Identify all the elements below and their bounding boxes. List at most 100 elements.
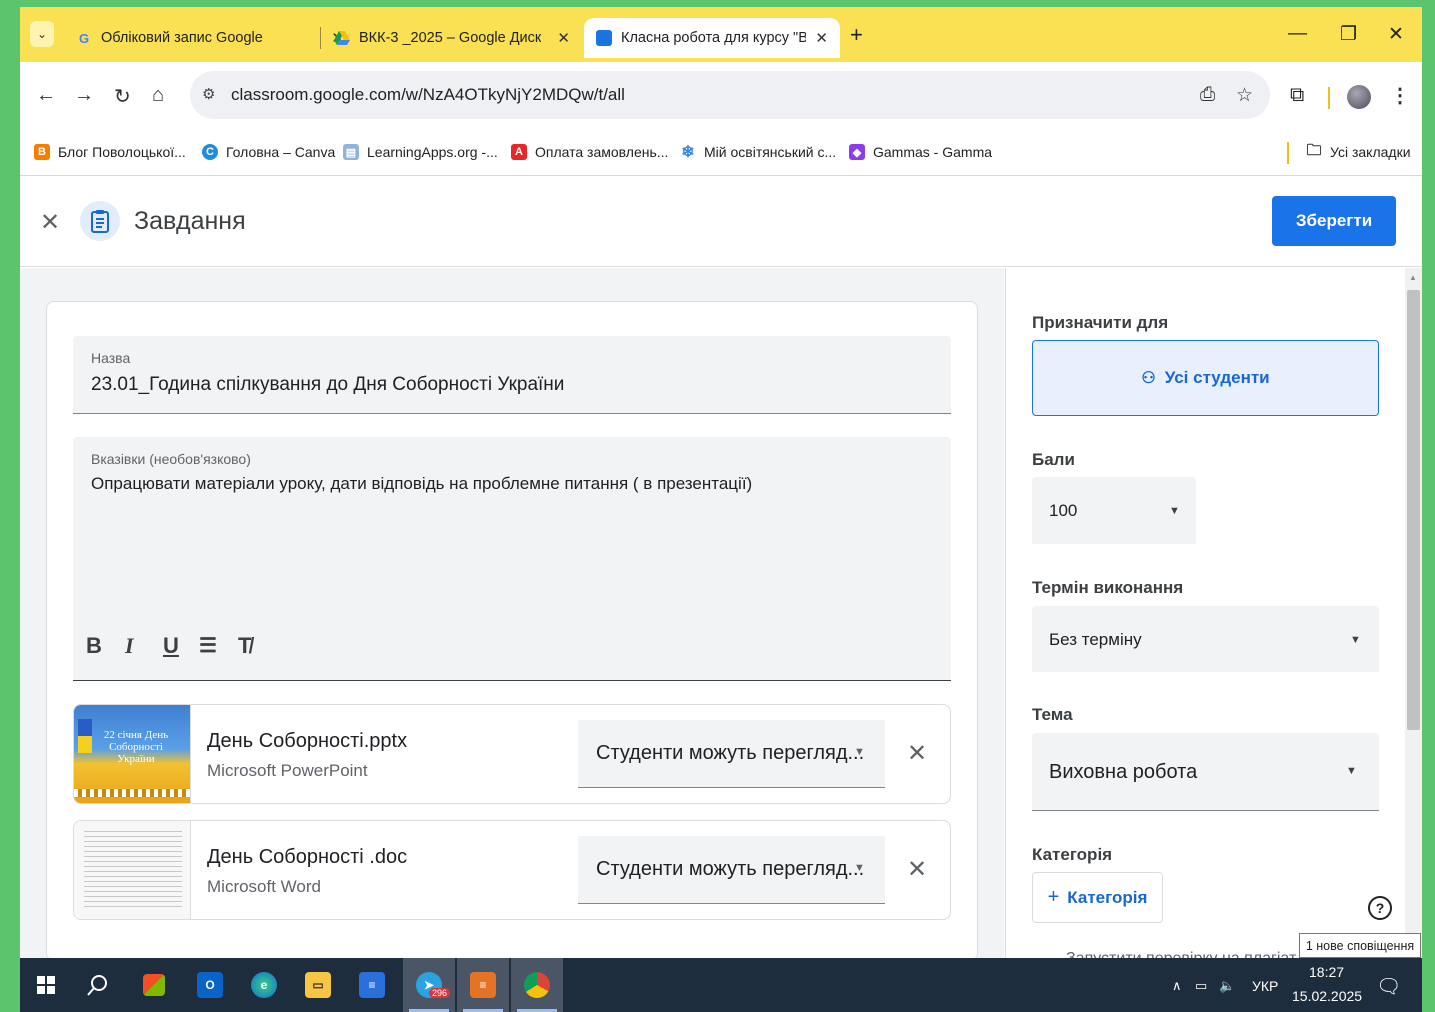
file-explorer-icon[interactable]: ▭ [292,958,344,1012]
plus-icon: + [1047,886,1060,908]
close-window-button[interactable]: ✕ [1388,23,1404,46]
tab-google-drive[interactable]: ВКК-3 _2025 – Google Диск ✕ [322,18,582,58]
doc-thumbnail [74,821,191,919]
due-dropdown[interactable]: Без терміну ▼ [1032,606,1379,672]
address-bar[interactable]: ⚙ classroom.google.com/w/NzA4OTkyNjY2MDQ… [190,71,1270,119]
ornament-band [74,789,190,797]
clock-date[interactable]: 15.02.2025 [1292,988,1362,1004]
store-icon[interactable] [128,958,180,1012]
attachment-type: Microsoft PowerPoint [207,761,368,780]
windows-icon [37,976,55,994]
document-icon[interactable]: ≡ [457,958,509,1012]
title-field[interactable]: Назва 23.01_Година спілкування до Дня Со… [73,336,951,414]
points-dropdown[interactable]: 100 ▼ [1032,477,1196,544]
bookmark-star-icon[interactable]: ☆ [1236,84,1253,107]
volume-icon[interactable]: 🔈 [1219,978,1235,994]
assign-students-button[interactable]: ⚇ Усі студенти [1032,340,1379,416]
profile-avatar[interactable] [1347,85,1371,109]
home-icon[interactable]: ⌂ [152,84,164,107]
outlook-icon[interactable]: O [184,958,236,1012]
notifications-icon[interactable]: 🗨 [1376,974,1401,999]
attachment-pptx[interactable]: 22 січня День Соборності України День Со… [73,704,951,804]
assignment-header: ✕ Завдання Зберегти [20,177,1422,267]
clock-time[interactable]: 18:27 [1309,964,1344,980]
close-icon[interactable]: ✕ [557,29,570,47]
bookmark-canva[interactable]: C Головна – Canva [202,144,335,160]
back-icon[interactable]: ← [36,84,56,107]
scrollbar-thumb[interactable] [1407,290,1420,730]
topic-label: Тема [1032,705,1073,724]
tab-search-button[interactable]: ⌄ [30,21,54,47]
permission-dropdown[interactable]: Студенти можуть перегляд... ▼ [578,836,885,904]
bookmark-blog[interactable]: B Блог Поволоцької... [34,144,186,160]
title-input[interactable]: 23.01_Година спілкування до Дня Соборнос… [91,374,564,396]
bold-button[interactable]: B [86,633,102,659]
plagiarism-check-label[interactable]: Запустити перевірку на плагіат [1066,950,1296,958]
bookmark-gamma[interactable]: ◆ Gammas - Gamma [849,144,992,160]
start-button[interactable] [20,958,72,1012]
word-doc-icon[interactable]: ≡ [346,958,398,1012]
people-icon: ⚇ [1141,370,1156,387]
bookmark-learningapps[interactable]: ▤ LearningApps.org -... [343,144,498,160]
assignment-editor: Назва 23.01_Година спілкування до Дня Со… [20,268,1004,958]
dropdown-arrow-icon: ▼ [1350,634,1361,646]
chrome-icon[interactable] [511,958,563,1012]
learningapps-icon: ▤ [343,144,359,160]
classroom-icon: 👤 [596,30,612,46]
dropdown-arrow-icon: ▼ [854,862,865,874]
language-indicator[interactable]: УКР [1252,978,1278,994]
help-icon[interactable]: ? [1368,896,1392,920]
assign-label: Призначити для [1032,313,1169,332]
bookmark-education[interactable]: ❄ Мій освітянський с... [680,144,836,161]
close-icon[interactable]: ✕ [815,29,828,47]
tray-chevron-icon[interactable]: ∧ [1172,978,1182,994]
tab-strip: ⌄ G Обліковий запис Google ✕ ВКК-3 _2025… [20,7,1422,62]
more-menu-icon[interactable]: ⋮ [1390,83,1410,108]
tab-google-account[interactable]: G Обліковий запис Google ✕ [64,18,356,58]
tab-classroom[interactable]: 👤 Класна робота для курсу "ВКК ✕ [584,18,840,58]
dropdown-arrow-icon: ▼ [1346,765,1357,777]
assignment-card: Назва 23.01_Година спілкування до Дня Со… [46,301,978,958]
all-bookmarks[interactable]: 🗀 Усі закладки [1306,142,1410,161]
remove-attachment-icon[interactable]: ✕ [907,739,927,768]
unread-badge: 296 [429,988,451,998]
snowflake-icon: ❄ [681,144,695,161]
instructions-input[interactable]: Опрацювати матеріали уроку, дати відпові… [91,474,752,494]
page-scrollbar[interactable]: ▲ [1405,268,1422,958]
underline-button[interactable]: U [163,633,179,659]
italic-button[interactable]: I [125,633,134,659]
bookmark-orders[interactable]: A Оплата замовлень... [511,144,668,160]
restore-button[interactable]: ❐ [1340,23,1357,46]
browser-toolbar: ← → ↻ ⌂ ⚙ classroom.google.com/w/NzA4OTk… [20,62,1422,132]
clear-formatting-icon[interactable]: T̸ [238,633,251,659]
minimize-button[interactable]: — [1288,23,1307,45]
scroll-up-icon[interactable]: ▲ [1409,273,1417,282]
reload-icon[interactable]: ↻ [114,84,131,109]
url-text[interactable]: classroom.google.com/w/NzA4OTkyNjY2MDQw/… [231,85,625,105]
attachment-doc[interactable]: День Соборності .doc Microsoft Word Студ… [73,820,951,920]
add-category-button[interactable]: + Категорія [1032,872,1163,923]
topic-dropdown[interactable]: Виховна робота ▼ [1032,733,1379,811]
battery-icon[interactable]: ▭ [1195,978,1207,994]
permission-dropdown[interactable]: Студенти можуть перегляд... ▼ [578,720,885,788]
attachment-name[interactable]: День Соборності.pptx [207,730,407,753]
dropdown-arrow-icon: ▼ [1169,505,1180,517]
telegram-icon[interactable]: ➤ 296 [403,958,455,1012]
bookmarks-bar: B Блог Поволоцької... C Головна – Canva … [20,132,1422,176]
blogger-icon: B [34,144,50,160]
edge-icon[interactable]: e [238,958,290,1012]
flag-image [78,719,92,753]
install-app-icon[interactable]: ⎙ [1200,84,1215,106]
extensions-icon[interactable]: ⧉ [1290,84,1304,107]
due-label: Термін виконання [1032,578,1184,597]
site-info-icon[interactable]: ⚙ [202,85,215,103]
remove-attachment-icon[interactable]: ✕ [907,855,927,884]
forward-icon[interactable]: → [74,84,94,107]
save-button[interactable]: Зберегти [1272,196,1396,246]
close-icon[interactable]: ✕ [40,208,60,237]
attachment-name[interactable]: День Соборності .doc [207,846,407,869]
search-icon[interactable] [72,958,124,1012]
new-tab-button[interactable]: + [850,22,863,48]
instructions-field[interactable]: Вказівки (необов'язково) Опрацювати мате… [73,437,951,681]
bulleted-list-icon[interactable]: ☰ [199,633,217,658]
